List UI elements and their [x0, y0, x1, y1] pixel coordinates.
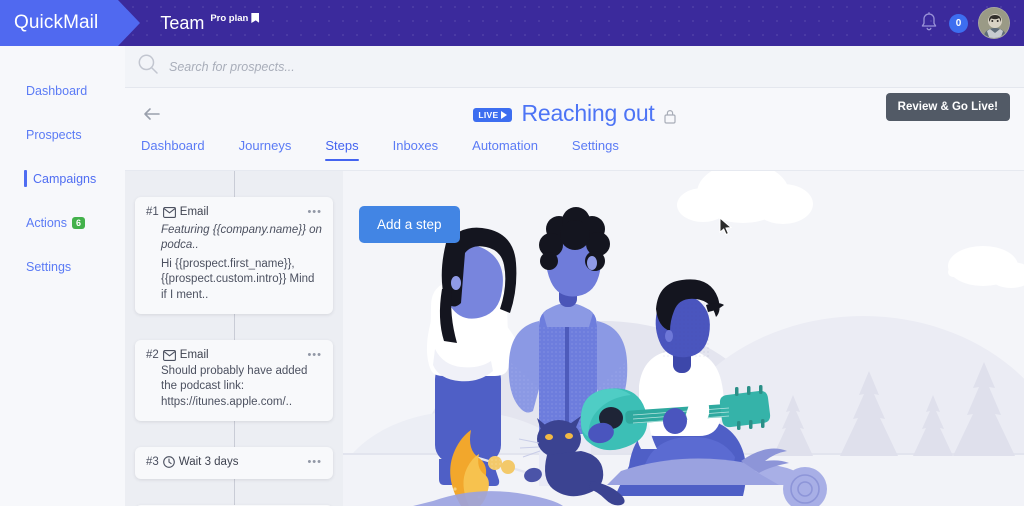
search-bar: [125, 46, 1024, 88]
top-navigation-bar: QuickMail Team Pro plan 0: [0, 0, 1024, 46]
step-kind: Email: [179, 206, 209, 218]
sidebar-item-label: Campaigns: [33, 172, 97, 186]
tab-label: Settings: [571, 138, 619, 153]
notification-count-badge[interactable]: 0: [949, 13, 968, 33]
sidebar-item-actions[interactable]: Actions 6: [0, 208, 125, 238]
step-menu-button[interactable]: •••: [307, 456, 322, 468]
step-body: Should probably have added the podcast l…: [161, 365, 308, 408]
search-icon: [137, 53, 159, 80]
sidebar-item-label: Actions: [26, 216, 67, 230]
campaign-tabs: Dashboard Journeys Steps Inboxes Automat…: [141, 138, 619, 161]
campaign-canvas: Add a step: [343, 171, 1024, 506]
step-card[interactable]: #3 Wait 3 days •••: [135, 447, 333, 480]
live-label: LIVE: [478, 109, 499, 120]
sidebar-item-label: Dashboard: [26, 84, 88, 98]
team-name[interactable]: Team: [160, 13, 204, 34]
actions-count-badge: 6: [72, 217, 86, 229]
envelope-icon: [162, 206, 176, 218]
topbar-right-cluster: 0: [919, 7, 1024, 39]
clock-icon: [162, 456, 175, 469]
sidebar-item-dashboard[interactable]: Dashboard: [0, 76, 125, 106]
tab-steps[interactable]: Steps: [325, 138, 359, 161]
app-logo-text: QuickMail: [14, 12, 99, 33]
review-and-go-live-button[interactable]: Review & Go Live!: [885, 93, 1010, 121]
step-header: #3 Wait 3 days •••: [146, 456, 322, 468]
sidebar-item-label: Prospects: [26, 128, 82, 142]
step-number: #1: [146, 206, 159, 218]
step-number: #2: [146, 349, 159, 362]
step-card[interactable]: #1 Email ••• Featuring {{company.name}} …: [135, 197, 333, 315]
lock-icon[interactable]: [664, 109, 676, 124]
search-input[interactable]: [169, 59, 569, 74]
plan-badge[interactable]: Pro plan: [210, 12, 260, 24]
tab-dashboard[interactable]: Dashboard: [141, 138, 205, 161]
add-step-button[interactable]: Add a step: [359, 206, 460, 243]
tab-automation[interactable]: Automation: [472, 138, 538, 161]
step-body: Hi {{prospect.first_name}}, {{prospect.c…: [161, 257, 315, 301]
tab-inboxes[interactable]: Inboxes: [393, 138, 439, 161]
avatar[interactable]: [978, 7, 1010, 39]
page-title: Reaching out: [521, 100, 655, 126]
tab-label: Steps: [325, 138, 359, 153]
sidebar-item-settings[interactable]: Settings: [0, 252, 125, 282]
step-card[interactable]: #2 Email ••• Should probably have added …: [135, 340, 333, 422]
step-menu-button[interactable]: •••: [307, 349, 322, 361]
tab-label: Automation: [472, 138, 538, 153]
tab-label: Journeys: [238, 138, 292, 153]
sidebar-item-prospects[interactable]: Prospects: [0, 120, 125, 150]
envelope-icon: [162, 349, 176, 361]
app-logo[interactable]: QuickMail: [0, 0, 141, 46]
bell-icon[interactable]: [919, 12, 939, 34]
sidebar-item-campaigns[interactable]: Campaigns: [0, 164, 125, 194]
step-menu-button[interactable]: •••: [307, 206, 322, 218]
tab-label: Dashboard: [141, 138, 205, 153]
steps-list-pane: #1 Email ••• Featuring {{company.name}} …: [125, 171, 343, 506]
mouse-pointer-icon: [719, 216, 733, 241]
step-kind: Email: [179, 349, 209, 362]
step-kind: Wait 3 days: [178, 456, 239, 469]
step-subject: Featuring {{company.name}} on podca..: [161, 224, 322, 252]
status-badge: LIVE: [473, 107, 513, 122]
step-header: #1 Email •••: [146, 206, 322, 218]
tab-label: Inboxes: [392, 138, 439, 153]
sidebar-item-label: Settings: [26, 260, 72, 274]
tab-journeys[interactable]: Journeys: [239, 138, 292, 161]
step-header: #2 Email •••: [146, 349, 322, 361]
tab-settings[interactable]: Settings: [572, 138, 619, 161]
step-number: #3: [146, 456, 159, 469]
plan-badge-label: Pro plan: [210, 12, 249, 24]
sidebar: Dashboard Prospects Campaigns Actions 6 …: [0, 46, 125, 506]
play-icon: [501, 110, 508, 119]
bookmark-icon: [251, 13, 260, 23]
